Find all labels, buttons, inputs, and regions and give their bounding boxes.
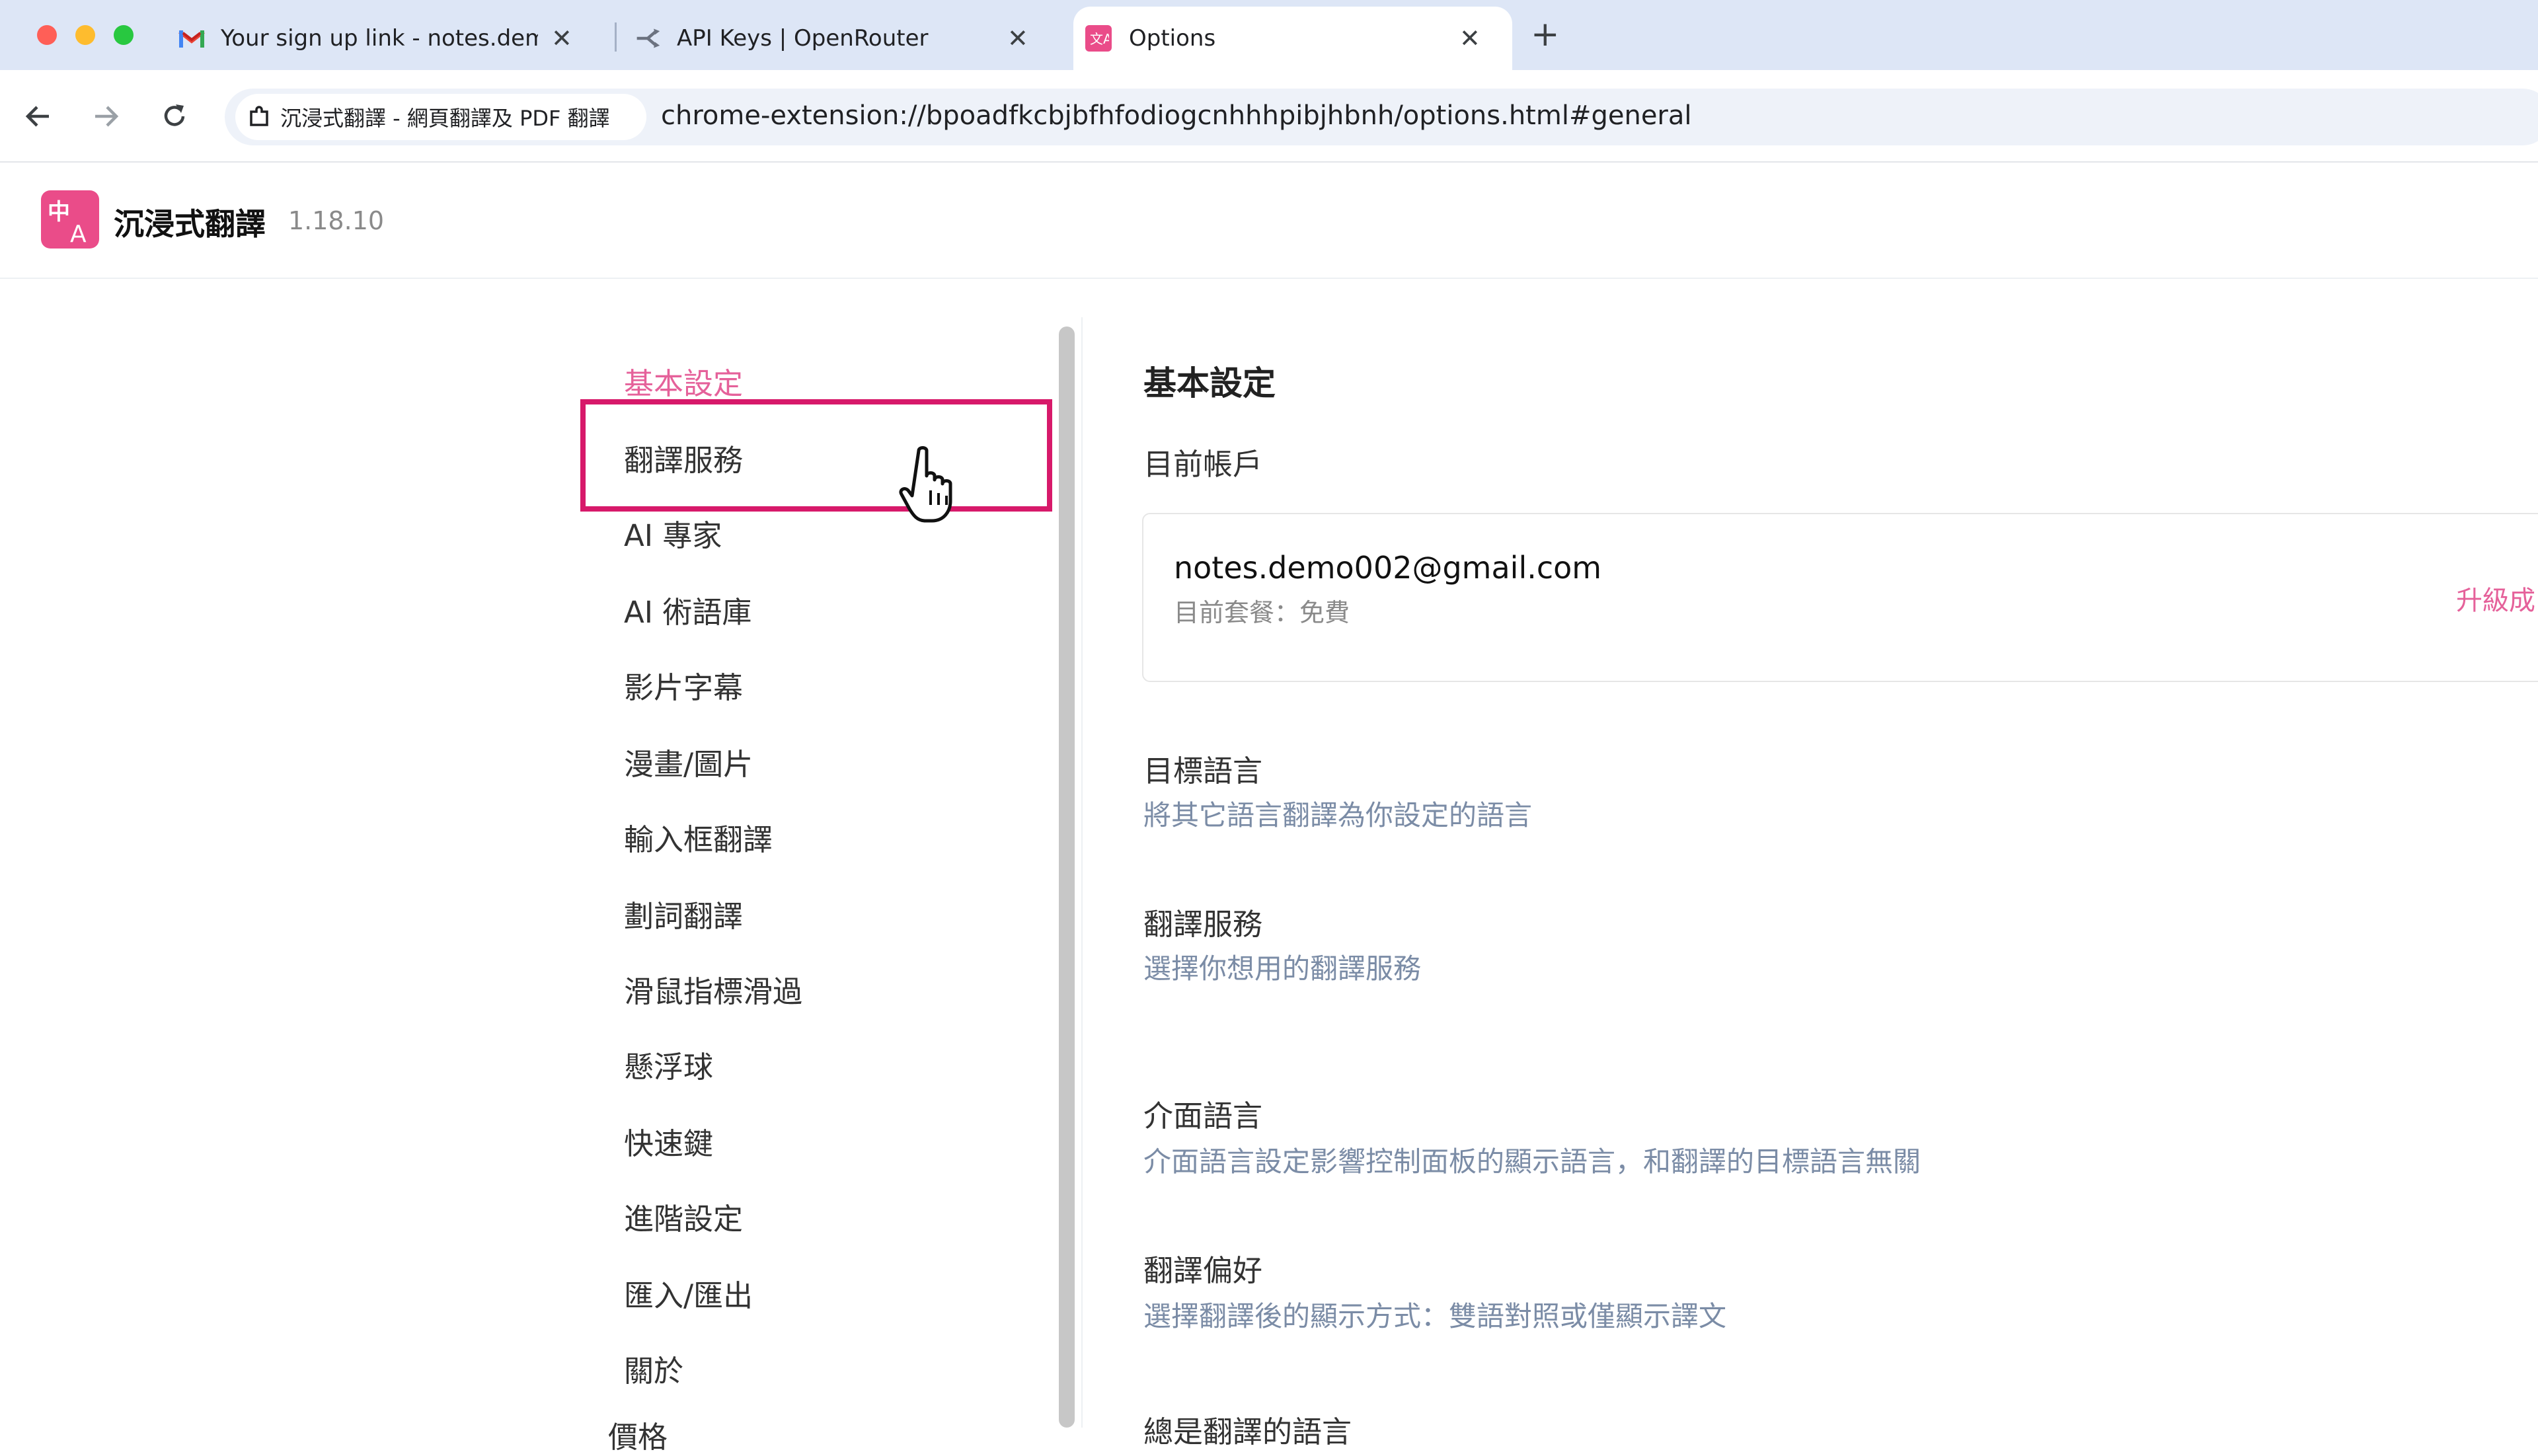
extension-icon: 文A <box>1085 25 1112 52</box>
sidebar-scrollbar[interactable] <box>1059 326 1075 1428</box>
sidebar-item-ai-expert[interactable]: AI 專家 <box>624 512 722 555</box>
maximize-window-button[interactable] <box>114 25 134 45</box>
account-section-label: 目前帳戶 <box>1143 447 1263 482</box>
sidebar-item-shortcuts[interactable]: 快速鍵 <box>624 1120 713 1163</box>
section-desc-target-language: 將其它語言翻譯為你設定的語言 <box>1143 799 1533 831</box>
close-window-button[interactable] <box>37 25 57 45</box>
minimize-window-button[interactable] <box>75 25 95 45</box>
back-button[interactable] <box>19 96 58 136</box>
close-tab-icon[interactable]: ✕ <box>1007 24 1028 53</box>
browser-tab-gmail[interactable]: Your sign up link - notes.demo ✕ <box>178 7 601 70</box>
sidebar-item-manga-images[interactable]: 漫畫/圖片 <box>624 740 753 783</box>
site-chip-label: 沉浸式翻譯 - 網頁翻譯及 PDF 翻譯 <box>280 106 610 131</box>
section-desc-interface-language: 介面語言設定影響控制面板的顯示語言，和翻譯的目標語言無關 <box>1143 1145 1921 1178</box>
sidebar-item-floating-ball[interactable]: 懸浮球 <box>624 1043 713 1086</box>
gmail-icon <box>178 25 205 52</box>
reload-icon <box>164 104 185 126</box>
site-info-chip[interactable]: 沉浸式翻譯 - 網頁翻譯及 PDF 翻譯 <box>235 94 646 140</box>
tab-title: Options <box>1129 25 1216 52</box>
sidebar-item-video-subtitles[interactable]: 影片字幕 <box>624 664 743 707</box>
sidebar-item-pricing[interactable]: 價格 <box>608 1413 668 1456</box>
sidebar-item-about[interactable]: 關於 <box>624 1347 683 1390</box>
sidebar-item-mouse-hover[interactable]: 滑鼠指標滑過 <box>624 968 802 1011</box>
new-tab-button[interactable]: + <box>1531 15 1560 54</box>
svg-text:文A: 文A <box>1090 31 1109 47</box>
reload-button[interactable] <box>155 96 194 136</box>
section-title-always-translate: 總是翻譯的語言 <box>1143 1414 1352 1449</box>
close-tab-icon[interactable]: ✕ <box>551 24 572 53</box>
browser-tab-options[interactable]: 文A Options ✕ <box>1073 7 1512 70</box>
section-desc-translation-preference: 選擇翻譯後的顯示方式：雙語對照或僅顯示譯文 <box>1143 1300 1727 1332</box>
forward-button[interactable] <box>86 96 126 136</box>
svg-text:A: A <box>70 221 87 248</box>
account-plan: 目前套餐：免費 <box>1174 598 1350 627</box>
browser-tab-openrouter[interactable]: API Keys | OpenRouter ✕ <box>634 7 1051 70</box>
tab-title: Your sign up link - notes.demo <box>221 25 538 52</box>
sidebar-item-advanced[interactable]: 進階設定 <box>624 1195 743 1238</box>
sidebar-item-basic-settings[interactable]: 基本設定 <box>624 360 743 402</box>
page-title: 基本設定 <box>1143 364 1276 402</box>
app-name: 沉浸式翻譯 <box>114 206 266 242</box>
sidebar-item-import-export[interactable]: 匯入/匯出 <box>624 1272 753 1315</box>
app-version: 1.18.10 <box>288 206 385 235</box>
section-title-translation-preference: 翻譯偏好 <box>1143 1253 1263 1288</box>
sidebar-item-input-box[interactable]: 輸入框翻譯 <box>624 816 773 859</box>
section-title-translation-service: 翻譯服務 <box>1143 907 1263 942</box>
close-tab-icon[interactable]: ✕ <box>1459 24 1480 53</box>
back-arrow-icon <box>25 106 49 127</box>
hand-pointer-cursor-icon <box>899 446 952 523</box>
url-text[interactable]: chrome-extension://bpoadfkcbjbfhfodiogcn… <box>661 100 1692 131</box>
upgrade-link[interactable]: 升級成 <box>2456 579 2535 617</box>
account-email: notes.demo002@gmail.com <box>1174 550 1602 586</box>
svg-text:中: 中 <box>48 199 70 225</box>
section-desc-translation-service: 選擇你想用的翻譯服務 <box>1143 952 1422 985</box>
highlight-box <box>580 399 1052 512</box>
sidebar-item-selection-translate[interactable]: 劃詞翻譯 <box>624 892 743 935</box>
openrouter-icon <box>634 25 661 52</box>
section-title-target-language: 目標語言 <box>1143 753 1263 788</box>
section-title-interface-language: 介面語言 <box>1143 1098 1263 1133</box>
account-card <box>1142 513 2538 682</box>
extension-puzzle-icon <box>250 106 268 126</box>
forward-arrow-icon <box>95 106 119 127</box>
tab-title: API Keys | OpenRouter <box>677 25 929 52</box>
app-logo-icon: 中 A <box>41 190 99 249</box>
sidebar-item-ai-glossary[interactable]: AI 術語庫 <box>624 588 751 631</box>
sidebar-divider <box>1081 317 1083 1428</box>
tab-separator <box>615 22 617 52</box>
